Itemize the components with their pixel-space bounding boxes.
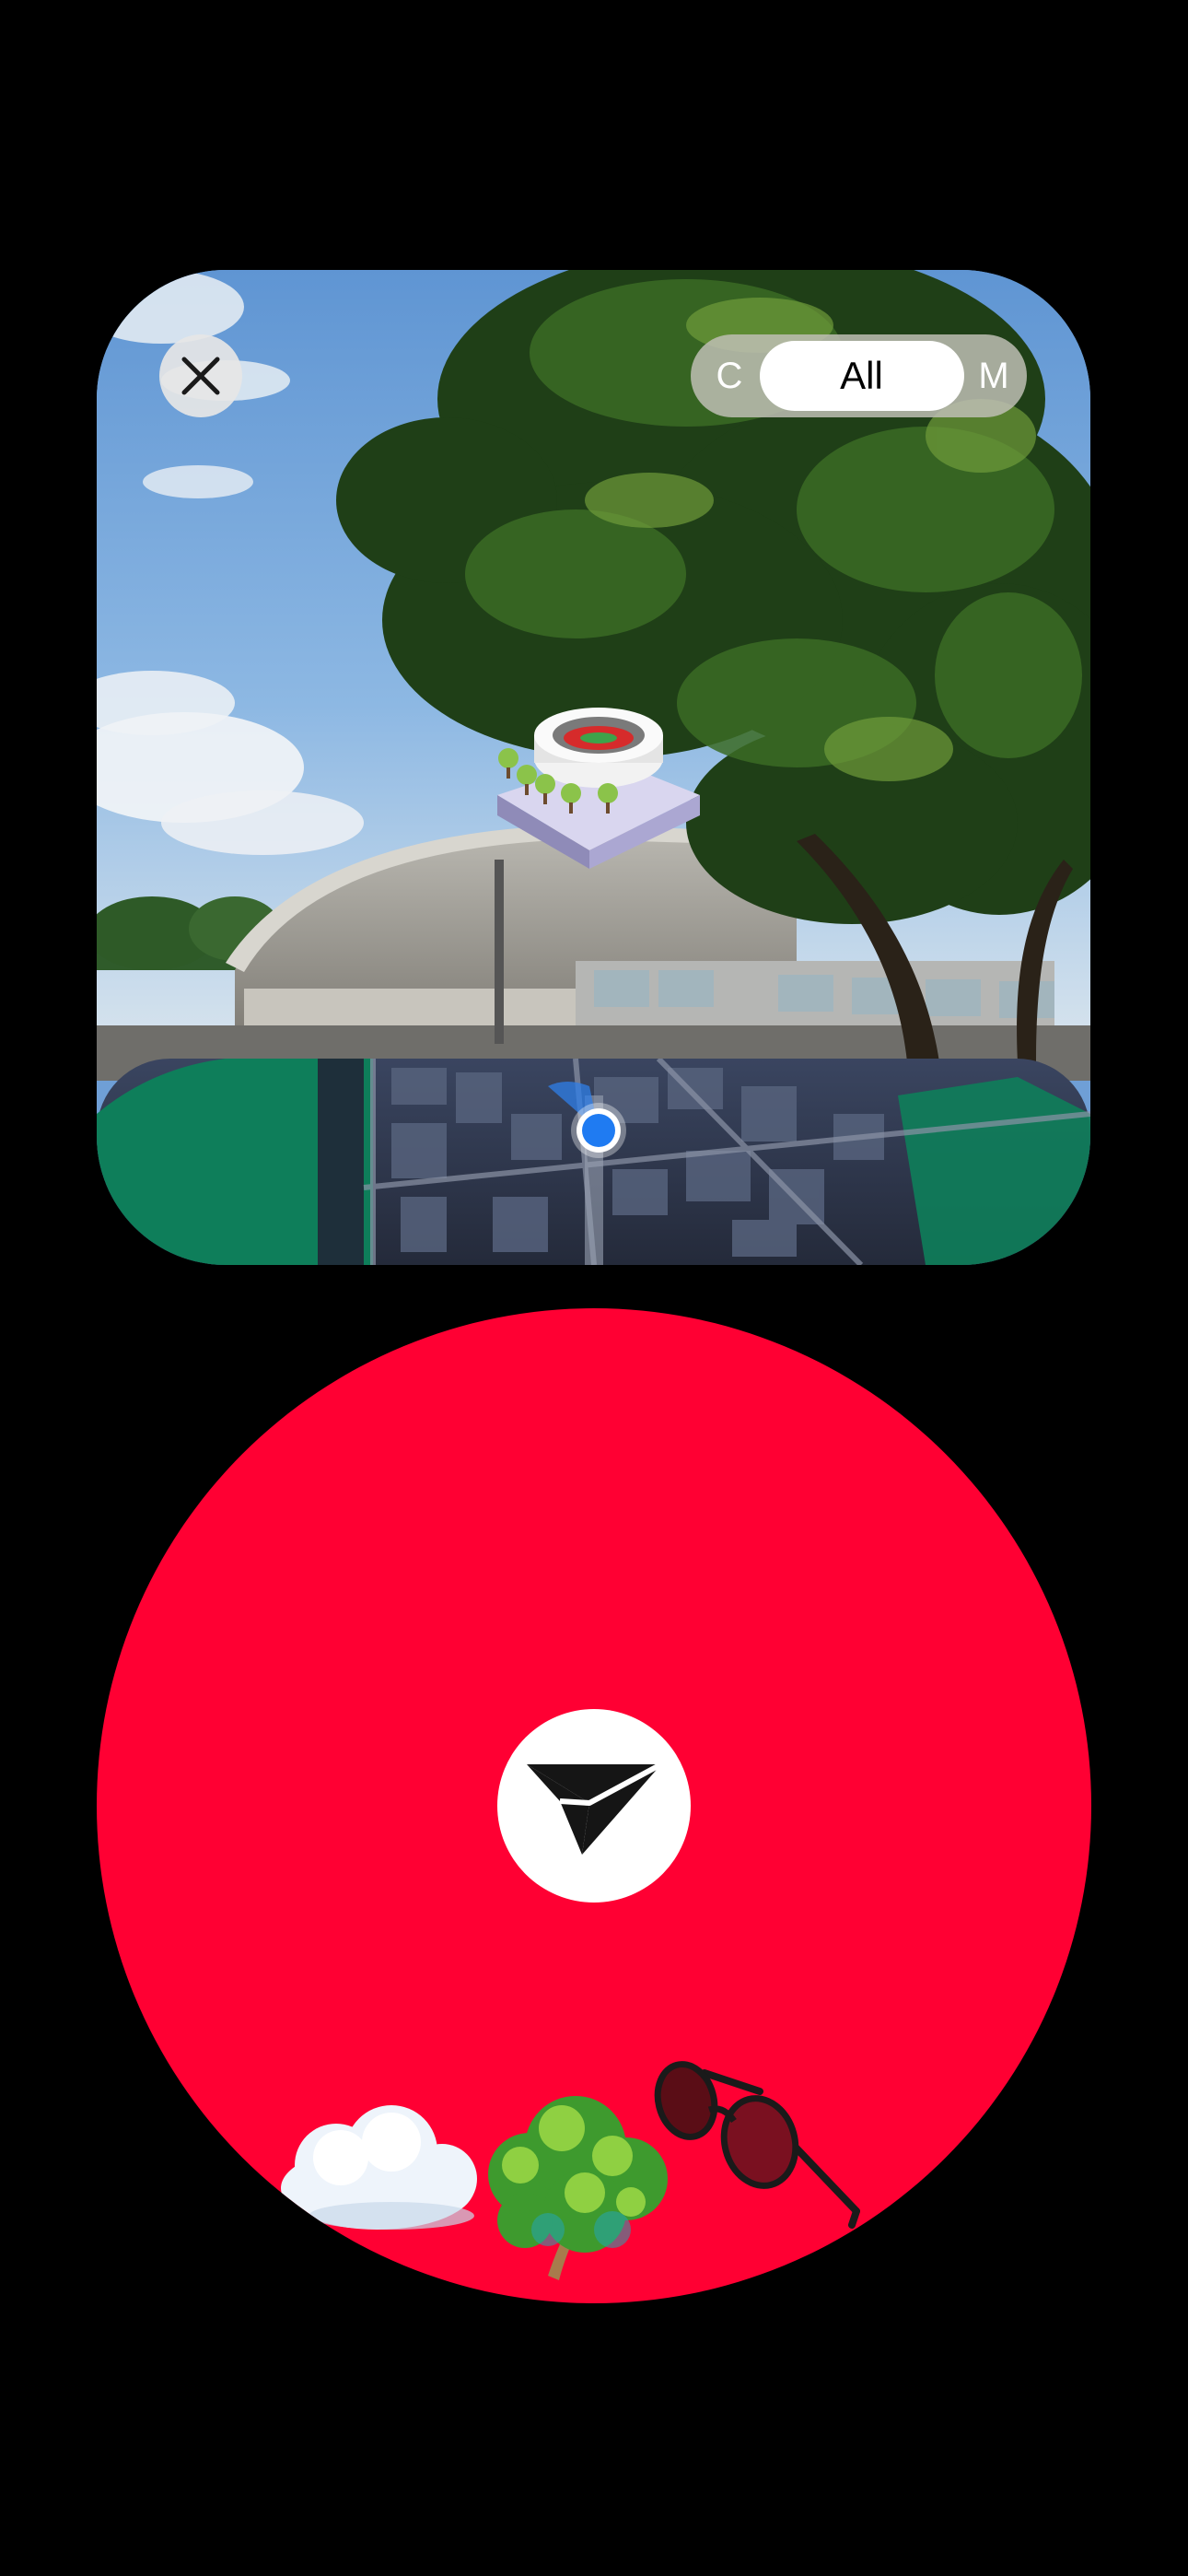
send-button[interactable] (497, 1709, 691, 1903)
paper-plane-icon (527, 1762, 663, 1855)
cloud-sticker[interactable] (272, 2101, 483, 2239)
close-button[interactable] (159, 334, 242, 417)
mini-map[interactable] (97, 1059, 1090, 1265)
user-location-dot-icon (571, 1103, 626, 1158)
close-icon (181, 357, 220, 395)
tree-sticker[interactable] (474, 2091, 672, 2285)
mode-switch[interactable]: C All M (691, 334, 1027, 417)
stadium-3d-icon[interactable] (479, 703, 709, 869)
sunglasses-sticker[interactable] (649, 2055, 866, 2239)
camera-view: C All M (97, 270, 1090, 1265)
mode-option-c[interactable]: C (711, 334, 748, 417)
mode-option-m[interactable]: M (975, 334, 1012, 417)
mode-option-all[interactable]: All (759, 341, 964, 411)
send-panel (97, 1308, 1091, 2303)
